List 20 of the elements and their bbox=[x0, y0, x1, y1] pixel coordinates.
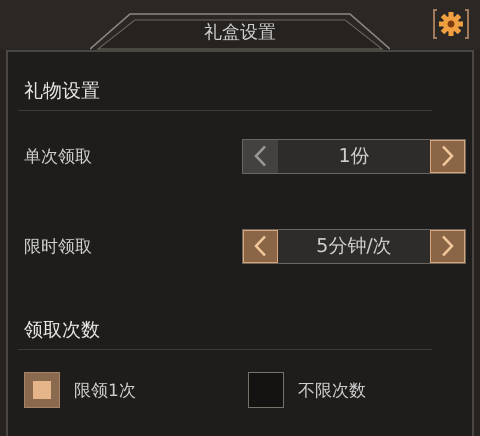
chevron-right-icon bbox=[441, 145, 454, 167]
setting-label: 限时领取 bbox=[24, 236, 92, 258]
increase-button[interactable] bbox=[430, 140, 465, 172]
decrease-button[interactable] bbox=[243, 140, 278, 172]
stepper-value: 1份 bbox=[337, 144, 371, 168]
chevron-left-icon bbox=[254, 235, 267, 257]
option-checkbox[interactable] bbox=[248, 372, 284, 408]
decrease-button[interactable] bbox=[243, 230, 278, 262]
increase-button[interactable] bbox=[430, 230, 465, 262]
setting-label: 单次领取 bbox=[24, 146, 92, 168]
chevron-right-icon bbox=[441, 235, 454, 257]
chevron-left-icon bbox=[254, 145, 267, 167]
settings-icon[interactable] bbox=[432, 8, 470, 40]
stepper-value: 5分钟/次 bbox=[315, 234, 393, 258]
option-checkbox[interactable] bbox=[24, 372, 60, 408]
option-label: 限领1次 bbox=[74, 380, 136, 402]
section-heading: 礼物设置 bbox=[18, 52, 432, 111]
option-label: 不限次数 bbox=[298, 380, 366, 402]
section-heading: 领取次数 bbox=[18, 291, 432, 350]
window-title: 礼盒设置 bbox=[204, 21, 276, 44]
